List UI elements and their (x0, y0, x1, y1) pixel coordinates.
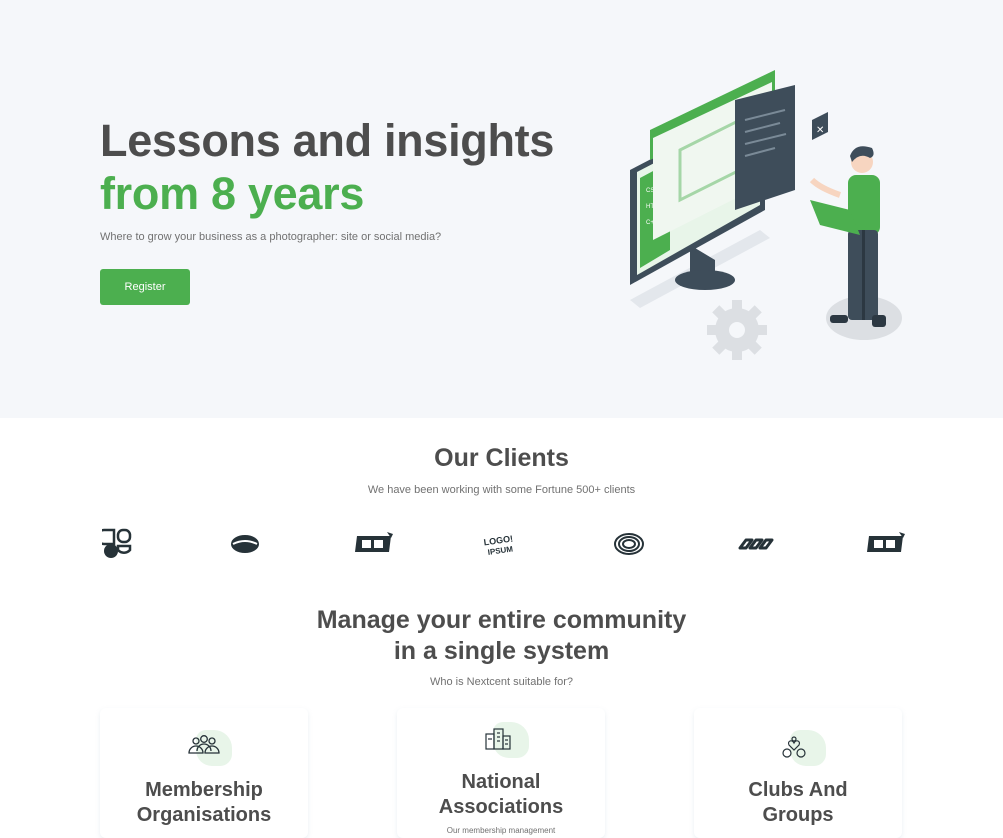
card-title-membership: Membership Organisations (100, 778, 308, 828)
client-logo-1 (102, 528, 132, 558)
hand-heart-icon (780, 730, 826, 766)
card-title-national: National Associations (397, 770, 605, 820)
card-national-associations[interactable]: National Associations Our membership man… (397, 708, 605, 838)
card-title-line1: Membership (145, 779, 263, 801)
card-title-line1: Clubs And (748, 779, 848, 801)
card-description: Our membership management (446, 826, 556, 835)
card-title-line1: National (461, 771, 541, 793)
hero-section: Lessons and insights from 8 years Where … (0, 0, 1003, 418)
card-title-line2: Associations (438, 796, 564, 818)
community-title-line2: in a single system (393, 637, 610, 665)
buildings-icon (483, 722, 529, 758)
hero-subtitle: Where to grow your business as a photogr… (100, 231, 442, 243)
hero-title-line1: Lessons and insights (100, 115, 555, 166)
community-title: Manage your entire community in a single… (0, 605, 1003, 667)
svg-text:✕: ✕ (816, 125, 824, 136)
client-logo-2 (231, 535, 259, 553)
client-logo-3 (355, 532, 393, 552)
hero-title: Lessons and insights from 8 years (100, 114, 554, 220)
card-membership[interactable]: Membership Organisations (100, 708, 308, 838)
clients-title: Our Clients (434, 444, 569, 472)
community-subtitle: Who is Nextcent suitable for? (429, 676, 574, 688)
register-button[interactable]: Register (100, 269, 190, 305)
card-title-line2: Organisations (136, 804, 272, 826)
hero-title-line2: from 8 years (100, 168, 365, 219)
community-title-line1: Manage your entire community (316, 606, 687, 634)
client-logo-4: LOGO! IPSUM (483, 533, 514, 556)
client-logo-6 (738, 538, 774, 550)
card-clubs-groups[interactable]: Clubs And Groups (694, 708, 902, 838)
client-logos: LOGO! IPSUM (100, 528, 906, 560)
client-logo-5 (614, 533, 644, 555)
people-group-icon (186, 730, 232, 766)
card-title-clubs: Clubs And Groups (694, 778, 902, 828)
clients-subtitle: We have been working with some Fortune 5… (367, 484, 636, 496)
hero-illustration: CSS HTML C++ ✕ (630, 70, 902, 360)
client-logo-7 (867, 532, 905, 552)
card-title-line2: Groups (762, 804, 834, 826)
